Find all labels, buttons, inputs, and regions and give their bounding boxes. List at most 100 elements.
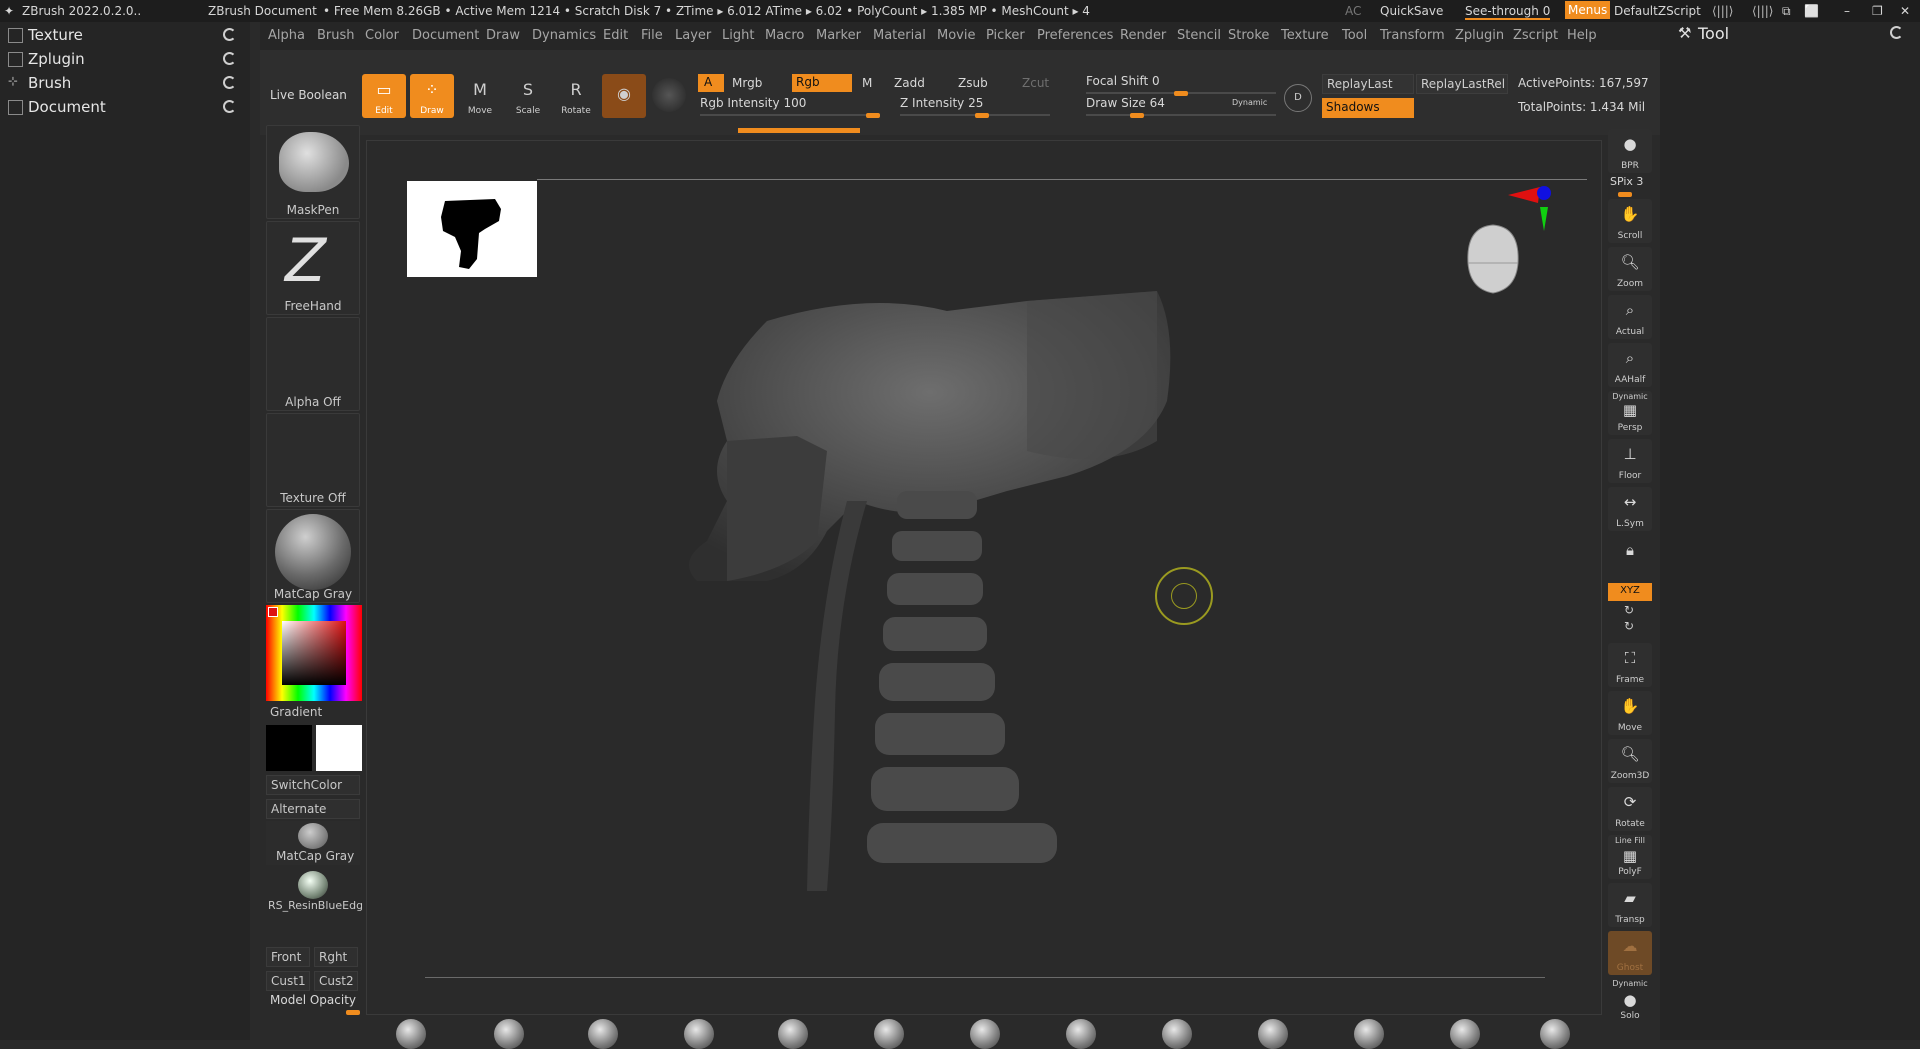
rotate-z-icon[interactable]: ↻ — [1624, 619, 1634, 633]
brush-thumb-icon[interactable] — [874, 1019, 904, 1049]
gradient-label[interactable]: Gradient — [270, 705, 322, 719]
layout-toggle2-icon[interactable]: ⟨|||⟩ — [1752, 4, 1774, 18]
menu-zplugin[interactable]: Zplugin — [1455, 28, 1504, 43]
scroll-button[interactable]: ✋ Scroll — [1608, 199, 1652, 243]
menu-layer[interactable]: Layer — [675, 28, 711, 43]
close-icon[interactable]: ✕ — [1900, 4, 1910, 18]
menu-dynamics[interactable]: Dynamics — [532, 28, 596, 43]
tray-document[interactable]: Document — [6, 96, 240, 120]
menu-zscript[interactable]: Zscript — [1513, 28, 1558, 43]
focal-shift-slider[interactable]: Focal Shift 0 — [1086, 74, 1276, 96]
layout-toggle-icon[interactable]: ⟨|||⟩ — [1712, 4, 1734, 18]
skull-spine-model[interactable] — [687, 251, 1207, 901]
xyz-button[interactable]: XYZ — [1608, 583, 1652, 601]
model-opacity-slider[interactable]: Model Opacity — [270, 993, 360, 1015]
stroke-selector[interactable]: Z FreeHand — [266, 221, 360, 315]
minimize-icon[interactable]: – — [1844, 4, 1850, 18]
ghost-button[interactable]: ☁ Ghost — [1608, 931, 1652, 975]
navigator-thumbnail[interactable] — [407, 181, 537, 277]
material2-selector[interactable]: MatCap Gray — [266, 821, 360, 865]
edit-button[interactable]: ▭ Edit — [362, 74, 406, 118]
refresh-icon[interactable] — [223, 76, 236, 89]
polyf-button[interactable]: Line Fill ▦ PolyF — [1608, 835, 1652, 879]
frame-button[interactable]: ⛶ Frame — [1608, 643, 1652, 687]
mrgb-button[interactable]: Mrgb — [732, 76, 762, 90]
scale-button[interactable]: S Scale — [506, 74, 550, 118]
brush-thumb-icon[interactable] — [588, 1019, 618, 1049]
menu-help[interactable]: Help — [1567, 28, 1597, 43]
rotate-button[interactable]: R Rotate — [554, 74, 598, 118]
lsym-button[interactable]: ↔ L.Sym — [1608, 487, 1652, 531]
menu-alpha[interactable]: Alpha — [268, 28, 305, 43]
refresh-icon[interactable] — [223, 100, 236, 113]
menu-file[interactable]: File — [641, 28, 663, 43]
color-picker[interactable] — [266, 605, 362, 701]
zoom-button[interactable]: 🔍︎ Zoom — [1608, 247, 1652, 291]
brush-thumb-icon[interactable] — [970, 1019, 1000, 1049]
replay-last-rel-button[interactable]: ReplayLastRel — [1416, 74, 1508, 94]
menu-render[interactable]: Render — [1120, 28, 1166, 43]
dynamic-toggle[interactable]: Dynamic — [1232, 98, 1267, 107]
menu-document[interactable]: Document — [412, 28, 479, 43]
aahalf-button[interactable]: ⌕ AAHalf — [1608, 343, 1652, 387]
actual-button[interactable]: ⌕ Actual — [1608, 295, 1652, 339]
primary-color-swatch[interactable] — [266, 725, 312, 771]
zcut-button[interactable]: Zcut — [1022, 76, 1049, 90]
main-color-swatch[interactable] — [268, 607, 278, 617]
menu-stencil[interactable]: Stencil — [1177, 28, 1221, 43]
quicksave-button[interactable]: QuickSave — [1380, 4, 1443, 18]
menu-brush[interactable]: Brush — [317, 28, 355, 43]
m-button[interactable]: M — [862, 76, 872, 90]
alpha-selector[interactable]: Alpha Off — [266, 317, 360, 411]
material-selector[interactable]: MatCap Gray — [266, 509, 360, 603]
switch-color-button[interactable]: SwitchColor — [266, 775, 360, 795]
rgb-intensity-slider[interactable]: Rgb Intensity 100 — [700, 96, 880, 118]
secondary-color-swatch[interactable] — [316, 725, 362, 771]
document-canvas[interactable] — [366, 140, 1602, 1015]
move-button[interactable]: M Move — [458, 74, 502, 118]
persp-button[interactable]: Dynamic ▦ Persp — [1608, 391, 1652, 435]
move-view-button[interactable]: ✋ Move — [1608, 691, 1652, 735]
tray-zplugin[interactable]: Zplugin — [6, 48, 240, 72]
texture-selector[interactable]: Texture Off — [266, 413, 360, 507]
windows-icon[interactable]: ⧉ — [1782, 4, 1791, 19]
front-view-button[interactable]: Front — [266, 947, 310, 967]
menu-light[interactable]: Light — [722, 28, 754, 43]
transp-button[interactable]: ▰ Transp — [1608, 883, 1652, 927]
refresh-icon[interactable] — [223, 52, 236, 65]
alternate-button[interactable]: Alternate — [266, 799, 360, 819]
zoom3d-button[interactable]: 🔍︎ Zoom3D — [1608, 739, 1652, 783]
menus-button[interactable]: Menus — [1565, 1, 1611, 19]
brush-thumb-icon[interactable] — [1258, 1019, 1288, 1049]
menu-color[interactable]: Color — [365, 28, 399, 43]
z-intensity-slider[interactable]: Z Intensity 25 — [900, 96, 1050, 118]
brush-thumb-icon[interactable] — [1450, 1019, 1480, 1049]
custom1-view-button[interactable]: Cust1 — [266, 971, 310, 991]
mrgb-toggle-button[interactable]: ◉ — [602, 74, 646, 118]
brush-thumb-icon[interactable] — [494, 1019, 524, 1049]
ac-button[interactable]: AC — [1345, 4, 1361, 18]
menu-macro[interactable]: Macro — [765, 28, 804, 43]
brush-thumb-icon[interactable] — [396, 1019, 426, 1049]
lock-button[interactable]: 🔒︎ — [1608, 535, 1652, 579]
refresh-icon[interactable] — [1890, 26, 1903, 39]
material-sphere-button[interactable] — [652, 78, 686, 112]
menu-edit[interactable]: Edit — [603, 28, 628, 43]
menu-stroke[interactable]: Stroke — [1228, 28, 1269, 43]
brush-thumb-icon[interactable] — [1162, 1019, 1192, 1049]
brush-thumb-icon[interactable] — [1066, 1019, 1096, 1049]
replay-last-button[interactable]: ReplayLast — [1322, 74, 1414, 94]
rgb-button[interactable]: Rgb — [792, 74, 852, 92]
brush-selector[interactable]: MaskPen — [266, 125, 360, 219]
brush-thumb-icon[interactable] — [1540, 1019, 1570, 1049]
menu-marker[interactable]: Marker — [816, 28, 861, 43]
tray-brush[interactable]: ⊹ Brush — [6, 72, 240, 96]
zsub-button[interactable]: Zsub — [958, 76, 988, 90]
zadd-button[interactable]: Zadd — [894, 76, 925, 90]
live-boolean-button[interactable]: Live Boolean — [270, 88, 347, 102]
orientation-head-icon[interactable] — [1458, 219, 1528, 299]
menu-material[interactable]: Material — [873, 28, 926, 43]
fullscreen-icon[interactable]: ⬜ — [1804, 4, 1819, 18]
tool-palette-title[interactable]: Tool — [1698, 24, 1729, 43]
brush-thumb-icon[interactable] — [684, 1019, 714, 1049]
